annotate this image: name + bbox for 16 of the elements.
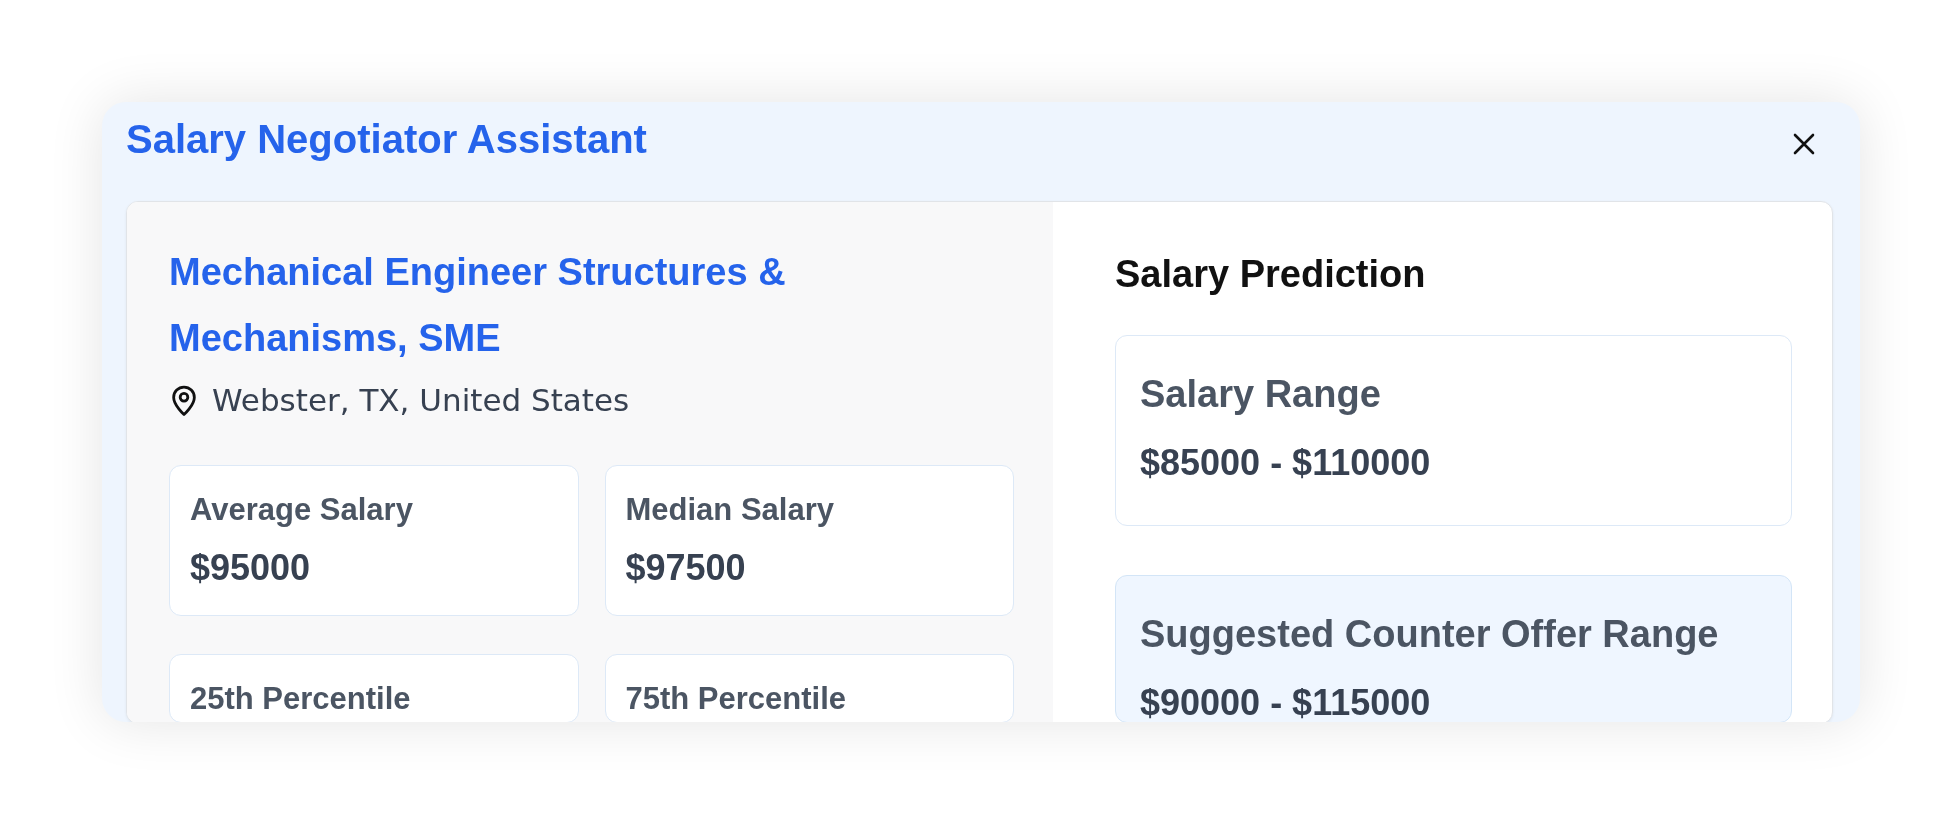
stat-label: 75th Percentile <box>625 680 848 718</box>
stat-label: 25th Percentile <box>190 680 412 718</box>
stat-value: $95000 <box>190 546 312 590</box>
location-pin-icon <box>172 384 196 416</box>
range-label: Suggested Counter Offer Range <box>1140 612 1720 657</box>
range-label: Salary Range <box>1140 372 1382 417</box>
modal-title: Salary Negotiator Assistant <box>126 116 647 163</box>
close-icon <box>1793 133 1815 155</box>
range-value: $85000 - $110000 <box>1140 442 1432 484</box>
stat-label: Average Salary <box>190 491 414 529</box>
job-location: Webster, TX, United States <box>212 381 630 420</box>
section-heading: Salary Prediction <box>1115 252 1427 297</box>
stat-label: Median Salary <box>625 491 835 529</box>
stat-value: $97500 <box>625 546 747 590</box>
range-value: $90000 - $115000 <box>1140 682 1432 722</box>
job-title: Mechanical Engineer Structures & Mechanisms, SME <box>169 250 787 361</box>
